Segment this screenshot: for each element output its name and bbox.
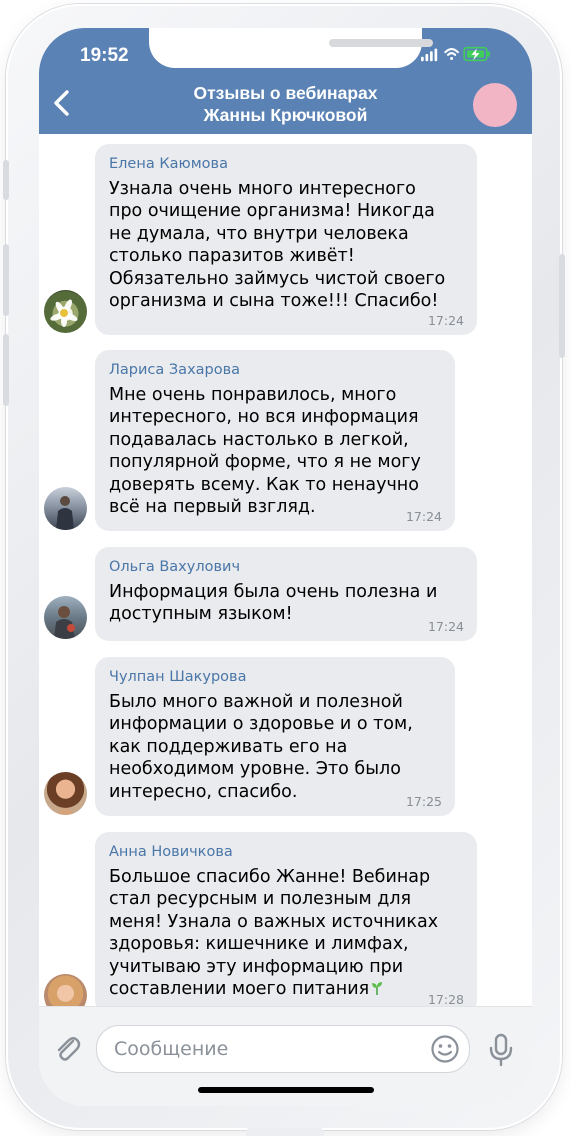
message-line: как поддерживать его на (109, 736, 348, 757)
message-sender[interactable]: Чулпан Шакурова (109, 669, 246, 685)
message-line: интересного, но вся информация (109, 407, 419, 428)
smile-icon[interactable] (430, 1034, 460, 1064)
message-input[interactable]: Сообщение (96, 1025, 470, 1073)
chat-title: Отзывы о вебинарах Жанны Крючковой (149, 82, 422, 126)
volume-up-button (3, 244, 9, 316)
message-line: организма и сына тоже!!! Спасибо! (109, 291, 439, 312)
avatar[interactable] (44, 487, 87, 530)
message-text: Большое спасибо Жанне! Вебинар стал ресу… (109, 866, 438, 1000)
message-line: Узнала очень много интересного (109, 179, 416, 199)
person-avatar-image (56, 808, 75, 815)
message-line: доверять всему. Как то ненаучно (109, 474, 419, 495)
message-text: Было много важной и полезной информации … (109, 691, 413, 803)
message-bubble: Лариса Захарова Мне очень понравилось, м… (95, 350, 455, 531)
composer-bar: Сообщение (39, 1006, 532, 1106)
notch (149, 28, 433, 68)
avatar[interactable] (44, 596, 87, 639)
message-text: Информация была очень полезна и доступны… (109, 581, 437, 626)
message-sender[interactable]: Лариса Захарова (109, 362, 240, 378)
message-line: доступным языком! (109, 604, 293, 625)
message-line: Было много важной и полезной (109, 692, 403, 712)
message-time: 17:24 (405, 509, 442, 524)
back-arrow-icon[interactable] (47, 86, 77, 120)
chat-title-line-2: Жанны Крючковой (203, 105, 368, 125)
daisy-avatar-image (50, 299, 78, 327)
avatar[interactable] (44, 772, 87, 815)
battery-charging-icon (463, 46, 490, 62)
message-line-text: составлении моего питания (109, 979, 370, 1000)
message-input-placeholder: Сообщение (114, 1038, 229, 1060)
phone-screen: 19:52 Отзывы о вебинарах Жанны Крючковой… (39, 28, 532, 1106)
phone-bottom-edge (246, 1128, 324, 1136)
signal-icon (421, 48, 438, 62)
message-time: 17:28 (427, 992, 464, 1006)
person-avatar-image (56, 496, 74, 530)
message-line: информации о здоровье и о том, (109, 714, 413, 735)
status-time: 19:52 (80, 45, 129, 66)
message-bubble: Ольга Вахулович Информация была очень по… (95, 547, 477, 641)
message-line: меня! Узнала о важных источниках (109, 911, 439, 932)
message-text: Мне очень понравилось, много интересного… (109, 384, 421, 518)
chat-title-line-1: Отзывы о вебинарах (193, 83, 378, 103)
sprout-emoji-icon (372, 982, 383, 996)
microphone-icon[interactable] (488, 1033, 514, 1067)
chat-avatar[interactable] (473, 83, 517, 127)
message-time: 17:24 (427, 619, 464, 634)
home-indicator[interactable] (198, 1087, 374, 1093)
avatar[interactable] (44, 290, 87, 333)
message-line: подавалась настолько в легкой, (109, 429, 409, 450)
power-button (559, 254, 565, 358)
message-bubble: Чулпан Шакурова Было много важной и поле… (95, 657, 455, 816)
message-time: 17:24 (427, 313, 464, 328)
message-line: про очищение организма! Никогда (109, 201, 435, 222)
message-line: интересно, спасибо. (109, 781, 298, 802)
person-avatar-image (54, 606, 75, 639)
message-line: здоровья: кишечнике и лимфах, (109, 934, 409, 955)
volume-down-button (3, 334, 9, 406)
message-line: Большое спасибо Жанне! Вебинар (109, 867, 431, 887)
message-time: 17:25 (405, 794, 442, 809)
status-icons (421, 46, 490, 62)
message-line: всё на первый взгляд. (109, 497, 316, 518)
message-line: составлении моего питания (109, 978, 438, 1000)
message-sender[interactable]: Елена Каюмова (109, 156, 228, 172)
avatar[interactable] (44, 974, 87, 1006)
message-list[interactable]: Елена Каюмова Узнала очень много интерес… (39, 134, 532, 1006)
message-bubble: Елена Каюмова Узнала очень много интерес… (95, 144, 477, 335)
message-line: популярной форме, что я не могу (109, 452, 421, 473)
message-line: Обязательно займусь чистой своего (109, 268, 446, 289)
chat-header: 19:52 Отзывы о вебинарах Жанны Крючковой (39, 28, 532, 134)
message-text: Узнала очень много интересного про очище… (109, 178, 445, 312)
message-sender[interactable]: Ольга Вахулович (109, 559, 240, 575)
message-line: Мне очень понравилось, много (109, 385, 397, 405)
message-line: Информация была очень полезна и (109, 582, 438, 602)
person-avatar-image (44, 974, 87, 1006)
paperclip-icon[interactable] (53, 1033, 81, 1063)
message-line: учитываю эту информацию при (109, 956, 404, 977)
message-line: не думала, что внутри человека (109, 223, 409, 244)
message-line: необходимом уровне. Это было (109, 759, 401, 780)
message-sender[interactable]: Анна Новичкова (109, 844, 233, 860)
wifi-icon (444, 48, 459, 60)
message-line: стал ресурсным и полезным для (109, 889, 412, 910)
mute-switch (3, 160, 9, 200)
message-bubble: Анна Новичкова Большое спасибо Жанне! Ве… (95, 832, 477, 1006)
message-line: столько паразитов живёт! (109, 246, 355, 267)
